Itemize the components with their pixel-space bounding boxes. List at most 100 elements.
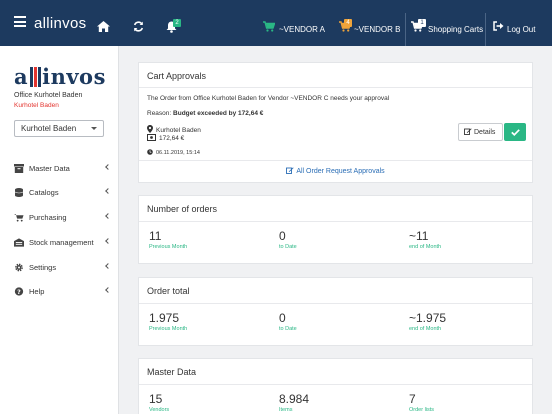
- location-select[interactable]: Kurhotel Baden: [14, 120, 104, 137]
- logout-label: Log Out: [507, 25, 536, 34]
- chevron-left-icon: [105, 287, 111, 293]
- stat-order-lists: 7 Order lists: [409, 392, 434, 413]
- sidebar-item-label: Stock management: [29, 238, 94, 247]
- logout-button[interactable]: Log Out: [493, 21, 549, 35]
- logout-icon: [493, 21, 504, 31]
- card-title: Cart Approvals: [147, 71, 207, 81]
- check-icon: [511, 128, 520, 136]
- vendor-b-button[interactable]: 4 ~VENDOR B: [339, 19, 401, 35]
- stat-previous-month: 11 Previous Month: [149, 229, 187, 250]
- edit-icon: [464, 128, 472, 135]
- edit-icon: [286, 167, 294, 174]
- approval-amount: 172,64 €: [147, 134, 184, 142]
- card-divider: [139, 384, 532, 385]
- stat-label: end of Month: [409, 244, 442, 250]
- money-icon: [147, 134, 156, 141]
- approval-reason-value: Budget exceeded by 172,64 €: [173, 110, 264, 117]
- sidebar-item-settings[interactable]: Settings: [14, 262, 111, 276]
- stat-label: to Date: [279, 326, 297, 332]
- approval-location: Kurhotel Baden: [147, 125, 201, 134]
- card-title: Number of orders: [147, 204, 218, 214]
- chevron-left-icon: [105, 238, 111, 244]
- map-marker-icon: [147, 125, 153, 133]
- sidebar-item-catalogs[interactable]: Catalogs: [14, 187, 111, 201]
- chevron-left-icon: [105, 213, 111, 219]
- sidebar-item-master-data[interactable]: Master Data: [14, 163, 111, 177]
- sidebar-item-help[interactable]: ? Help: [14, 286, 111, 300]
- stat-label: Vendors: [149, 407, 170, 413]
- database-icon: [14, 188, 24, 197]
- sidebar-item-label: Help: [29, 287, 45, 296]
- archive-icon: [14, 164, 24, 173]
- vendor-a-label: ~VENDOR A: [279, 25, 326, 34]
- chevron-left-icon: [105, 263, 111, 269]
- svg-text:?: ?: [17, 289, 21, 296]
- card-divider: [139, 160, 532, 161]
- brand-name[interactable]: allinvos: [34, 15, 86, 32]
- card-divider: [139, 221, 532, 222]
- approve-button[interactable]: [504, 123, 526, 141]
- master-data-card: Master Data 15 Vendors 8.984 Items 7 Order …: [138, 358, 533, 414]
- cart-icon: [14, 214, 24, 222]
- cart-icon: [263, 21, 275, 32]
- approval-message: The Order from Office Kurhotel Baden for…: [147, 95, 390, 102]
- number-of-orders-card: Number of orders 11 Previous Month 0 to Da…: [138, 195, 533, 264]
- details-button[interactable]: Details: [458, 123, 503, 141]
- stat-previous-month: 1.975 Previous Month: [149, 311, 187, 332]
- stat-value: 11: [149, 229, 162, 243]
- card-title: Master Data: [147, 367, 197, 377]
- navbar-divider: [485, 13, 486, 46]
- approval-reason: Reason: Budget exceeded by 172,64 €: [147, 110, 264, 117]
- vendor-a-button[interactable]: ~VENDOR A: [263, 21, 325, 35]
- stat-to-date: 0 to Date: [279, 311, 297, 332]
- sidebar-item-label: Purchasing: [29, 213, 67, 222]
- shopping-carts-badge: 1: [418, 19, 426, 27]
- gear-icon: [15, 263, 23, 272]
- menu-icon[interactable]: [14, 16, 26, 27]
- location-select-value: Kurhotel Baden: [21, 124, 77, 133]
- chevron-left-icon: [105, 164, 111, 170]
- stat-value: ~1.975: [409, 311, 447, 325]
- stat-to-date: 0 to Date: [279, 229, 297, 250]
- vendor-b-label: ~VENDOR B: [354, 25, 401, 34]
- stat-label: Items: [279, 407, 293, 413]
- all-approvals-link[interactable]: All Order Request Approvals: [139, 167, 532, 175]
- stat-end-of-month: ~1.975 end of Month: [409, 311, 446, 332]
- office-subtitle: Kurhotel Baden: [14, 102, 59, 109]
- office-name: Office Kurhotel Baden: [14, 92, 83, 99]
- allinvos-logo[interactable]: a invos: [14, 64, 106, 89]
- stat-label: to Date: [279, 244, 297, 250]
- stat-label: Previous Month: [149, 244, 188, 250]
- card-title: Order total: [147, 286, 190, 296]
- stat-items: 8.984 Items: [279, 392, 309, 413]
- warehouse-icon: [14, 238, 24, 247]
- vendor-b-badge: 4: [344, 19, 352, 27]
- caret-down-icon: [91, 127, 97, 130]
- sidebar-item-label: Master Data: [29, 164, 70, 173]
- stat-label: Previous Month: [149, 326, 188, 332]
- stat-vendors: 15 Vendors: [149, 392, 169, 413]
- refresh-icon[interactable]: [133, 21, 144, 32]
- sidebar-item-label: Settings: [29, 263, 57, 272]
- details-label: Details: [474, 129, 496, 136]
- shopping-carts-label: Shopping Carts: [428, 25, 484, 34]
- stat-value: 7: [409, 392, 416, 406]
- chevron-left-icon: [105, 188, 111, 194]
- stat-value: 8.984: [279, 392, 310, 406]
- shopping-carts-button[interactable]: 1 Shopping Carts: [411, 19, 484, 35]
- approval-date: 06.11.2019, 15:14: [147, 149, 200, 156]
- cart-approvals-card: Cart Approvals The Order from Office Kur…: [138, 62, 533, 183]
- clock-icon: [147, 149, 153, 155]
- sidebar-item-label: Catalogs: [29, 188, 59, 197]
- sidebar: a invos Office Kurhotel Baden Kurhotel Ba…: [0, 46, 119, 414]
- stat-value: 15: [149, 392, 163, 406]
- stat-value: 1.975: [149, 311, 180, 325]
- sidebar-item-stock-management[interactable]: Stock management: [14, 237, 111, 251]
- home-icon[interactable]: [97, 21, 110, 32]
- stat-end-of-month: ~11 end of Month: [409, 229, 441, 250]
- stat-label: Order lists: [409, 407, 435, 413]
- sidebar-item-purchasing[interactable]: Purchasing: [14, 212, 111, 226]
- order-total-card: Order total 1.975 Previous Month 0 to Date…: [138, 277, 533, 346]
- card-divider: [139, 303, 532, 304]
- notifications-button[interactable]: 2: [166, 19, 184, 34]
